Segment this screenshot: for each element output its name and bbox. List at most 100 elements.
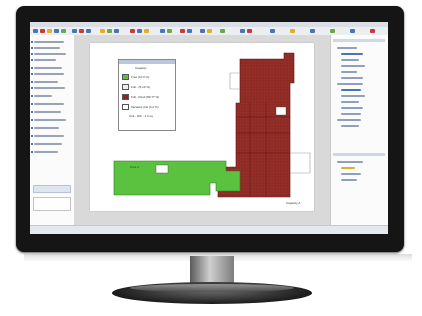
legend-item: Vacated Unit (0.2 %) — [122, 104, 158, 110]
nav-item[interactable] — [34, 81, 58, 83]
legend-item: Free (10.0 %) — [122, 74, 149, 80]
toolbar-icon[interactable] — [240, 29, 245, 33]
vacant-room[interactable] — [275, 106, 287, 116]
toolbar-icon[interactable] — [270, 29, 275, 33]
thumbnail-strip[interactable] — [33, 185, 71, 193]
nav-icon — [31, 143, 33, 145]
thumbnail-preview[interactable] — [33, 197, 71, 211]
toolbar-icon[interactable] — [114, 29, 119, 33]
nav-item[interactable] — [34, 73, 64, 75]
toolbar-icon[interactable] — [61, 29, 66, 33]
nav-item[interactable] — [34, 41, 64, 43]
nav-icon — [31, 103, 33, 105]
toolbar-icon[interactable] — [54, 29, 59, 33]
nav-icon — [31, 53, 33, 55]
toolbar-icon[interactable] — [200, 29, 205, 33]
legend-swatch — [122, 74, 129, 80]
drawing-canvas[interactable]: Capacity Free (10.0 %) Full - (5-10 %) F… — [74, 35, 330, 225]
tree-item[interactable] — [341, 95, 365, 97]
nav-icon — [31, 41, 33, 43]
nav-icon — [31, 119, 33, 121]
tree-item[interactable] — [341, 65, 365, 67]
nav-item[interactable] — [34, 59, 56, 61]
tree-item[interactable] — [341, 59, 359, 61]
legend-label: Vacated Unit (0.2 %) — [131, 104, 159, 109]
tree-item[interactable] — [341, 101, 359, 103]
legend-label: Full - Rsvd (89.77 %) — [131, 94, 160, 99]
toolbar-icon[interactable] — [40, 29, 45, 33]
toolbar-icon[interactable] — [47, 29, 52, 33]
legend-label: Free (10.0 %) — [131, 74, 150, 79]
tree-item[interactable] — [337, 119, 361, 121]
tree-item[interactable] — [337, 161, 363, 163]
toolbar-icon[interactable] — [180, 29, 185, 33]
legend-header — [119, 60, 175, 64]
toolbar-icon[interactable] — [207, 29, 212, 33]
toolbar-icon[interactable] — [107, 29, 112, 33]
toolbar-icon[interactable] — [137, 29, 142, 33]
vacant-room[interactable] — [155, 164, 169, 174]
toolbar-icon[interactable] — [220, 29, 225, 33]
tree-item[interactable] — [341, 77, 363, 79]
legend-panel[interactable]: Capacity Free (10.0 %) Full - (5-10 %) F… — [118, 59, 176, 131]
status-bar — [30, 225, 388, 234]
left-navigation-panel — [30, 35, 75, 225]
tree-item[interactable] — [341, 167, 355, 169]
nav-item[interactable] — [34, 143, 62, 145]
corridor-outline — [229, 72, 240, 90]
tree-item[interactable] — [341, 173, 361, 175]
nav-icon — [31, 73, 33, 75]
toolbar-icon[interactable] — [72, 29, 77, 33]
nav-icon — [31, 135, 33, 137]
nav-item[interactable] — [34, 87, 65, 89]
nav-item[interactable] — [34, 111, 61, 113]
properties-panel — [330, 35, 388, 225]
tree-item[interactable] — [337, 47, 357, 49]
toolbar-icon[interactable] — [187, 29, 192, 33]
toolbar-icon[interactable] — [247, 29, 252, 33]
floor-plan-page[interactable]: Capacity Free (10.0 %) Full - (5-10 %) F… — [90, 43, 314, 211]
toolbar-icon[interactable] — [290, 29, 295, 33]
toolbar-icon[interactable] — [33, 29, 38, 33]
legend-label: Unit - NIF - 1.0 sq — [129, 114, 153, 118]
toolbar-icon[interactable] — [330, 29, 335, 33]
tree-item[interactable] — [341, 107, 363, 109]
nav-icon — [31, 95, 33, 97]
nav-item[interactable] — [34, 119, 66, 121]
nav-item[interactable] — [34, 47, 60, 49]
tree-item[interactable] — [341, 113, 361, 115]
legend-swatch — [122, 104, 129, 110]
nav-item[interactable] — [34, 151, 58, 153]
tree-item[interactable] — [337, 83, 363, 85]
nav-icon — [31, 47, 33, 49]
tree-item[interactable] — [341, 53, 363, 55]
nav-item[interactable] — [34, 67, 62, 69]
tree-item[interactable] — [341, 125, 359, 127]
toolbar-icon[interactable] — [350, 29, 355, 33]
toolbar-icon[interactable] — [100, 29, 105, 33]
toolbar-icon[interactable] — [144, 29, 149, 33]
toolbar-icon[interactable] — [310, 29, 315, 33]
nav-item[interactable] — [34, 127, 59, 129]
legend-label: Full - (5-10 %) — [131, 84, 151, 89]
corridor-outline — [290, 152, 311, 174]
nav-item[interactable] — [34, 135, 64, 137]
legend-swatch — [122, 114, 127, 119]
toolbar-icon[interactable] — [167, 29, 172, 33]
nav-item[interactable] — [34, 95, 52, 97]
nav-item[interactable] — [34, 53, 66, 55]
nav-icon — [31, 127, 33, 129]
nav-icon — [31, 59, 33, 61]
tree-item[interactable] — [341, 71, 357, 73]
toolbar-icon[interactable] — [370, 29, 375, 33]
capacity-label: Capacity A — [286, 201, 301, 205]
nav-item[interactable] — [34, 103, 64, 105]
toolbar-icon[interactable] — [79, 29, 84, 33]
tree-item[interactable] — [341, 89, 361, 91]
toolbar-icon[interactable] — [86, 29, 91, 33]
tree-item[interactable] — [341, 179, 357, 181]
nav-icon — [31, 111, 33, 113]
toolbar-icon[interactable] — [130, 29, 135, 33]
toolbar-icon[interactable] — [160, 29, 165, 33]
legend-swatch — [122, 84, 129, 90]
